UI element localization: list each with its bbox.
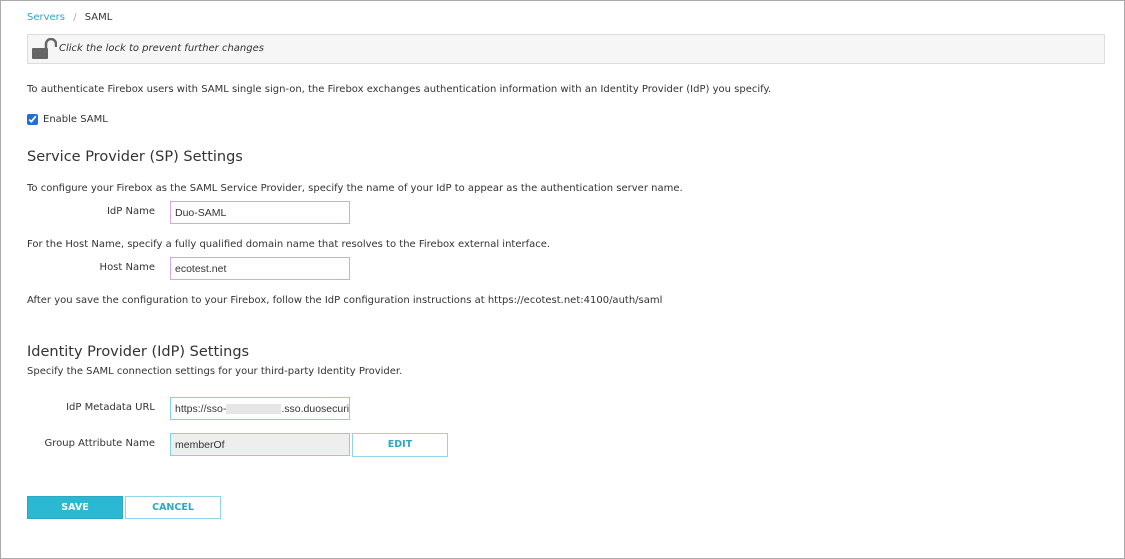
metadata-url-suffix: .sso.duosecurity.c [281,403,350,415]
breadcrumb-separator: / [73,12,77,23]
group-attribute-input: memberOf [170,433,350,456]
after-save-text: After you save the configuration to your… [27,295,663,306]
cancel-button[interactable]: CANCEL [125,496,221,519]
redacted-block [226,404,282,415]
enable-saml-row: Enable SAML [27,114,108,125]
intro-text: To authenticate Firebox users with SAML … [27,84,772,95]
host-name-label: Host Name [99,262,155,273]
save-button[interactable]: SAVE [27,496,123,519]
idp-description: Specify the SAML connection settings for… [27,366,403,377]
unlocked-padlock-icon[interactable] [31,38,57,60]
metadata-url-input[interactable]: https://sso- .sso.duosecurity.c [170,397,350,420]
idp-name-label: IdP Name [106,206,155,217]
idp-name-input[interactable]: Duo-SAML [170,201,350,224]
enable-saml-label: Enable SAML [43,114,108,125]
sp-settings-title: Service Provider (SP) Settings [27,149,243,165]
metadata-url-label: IdP Metadata URL [66,402,155,413]
breadcrumb: Servers / SAML [27,12,112,23]
breadcrumb-current: SAML [84,12,113,23]
metadata-url-prefix: https://sso- [175,403,227,415]
breadcrumb-servers-link[interactable]: Servers [27,12,65,23]
lock-bar: Click the lock to prevent further change… [27,34,1105,64]
sp-description: To configure your Firebox as the SAML Se… [27,183,683,194]
host-name-input[interactable]: ecotest.net [170,257,350,280]
enable-saml-checkbox[interactable] [27,114,38,125]
idp-settings-title: Identity Provider (IdP) Settings [27,344,250,360]
lock-message: Click the lock to prevent further change… [59,43,264,54]
edit-button[interactable]: EDIT [352,433,448,457]
group-attribute-label: Group Attribute Name [44,438,155,449]
host-description: For the Host Name, specify a fully quali… [27,239,551,250]
